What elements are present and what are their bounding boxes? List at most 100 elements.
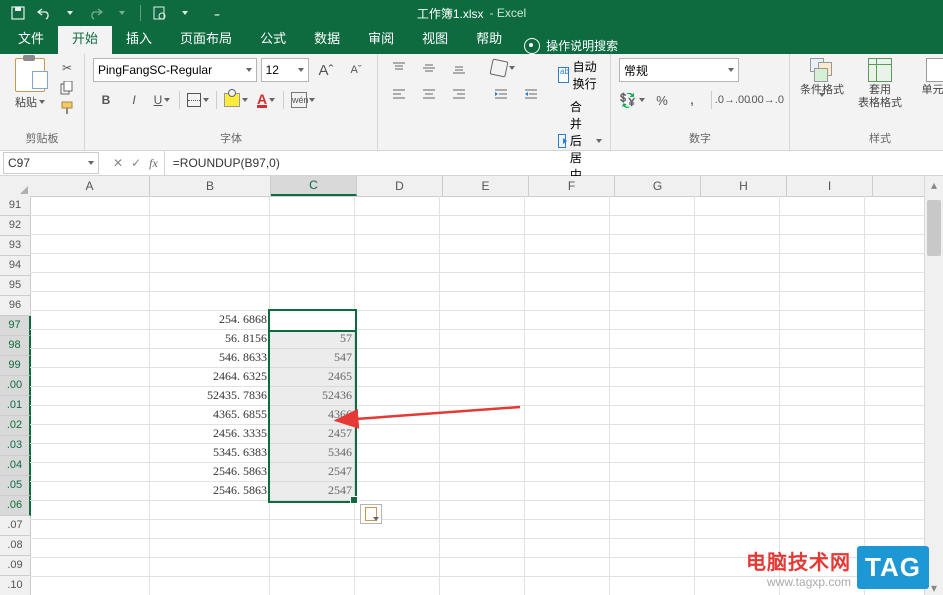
row-header-98[interactable]: 98 [0,336,31,356]
conditional-format-button[interactable]: 条件格式 [798,58,846,110]
name-box[interactable]: C97 [3,152,99,174]
autofill-options-button[interactable] [360,504,382,524]
decrease-indent-icon[interactable] [488,84,514,104]
column-header-D[interactable]: D [357,176,443,196]
worksheet[interactable]: ABCDEFGHI 919293949596979899.00.01.02.03… [0,176,943,595]
tab-help[interactable]: 帮助 [462,22,516,54]
column-header-I[interactable]: I [787,176,873,196]
cell-B103[interactable]: 2456. 3335 [149,424,271,443]
scroll-down-icon[interactable]: ▾ [925,579,943,595]
row-header-104[interactable]: .04 [0,456,31,476]
vertical-scrollbar[interactable]: ▴ ▾ [924,176,943,595]
increase-font-icon[interactable]: Aˆ [313,60,339,80]
increase-indent-icon[interactable] [518,84,544,104]
cell-C102[interactable]: 4366 [269,405,356,424]
row-header-91[interactable]: 91 [0,196,30,216]
cell-B97[interactable]: 254. 6868 [149,310,271,329]
comma-button[interactable]: , [679,90,705,110]
decrease-decimal-button[interactable]: .00→.0 [751,90,781,110]
row-header-108[interactable]: .08 [0,536,30,556]
cell-B105[interactable]: 2546. 5863 [149,462,271,481]
cell-C105[interactable]: 2547 [269,462,356,481]
cell-C106[interactable]: 2547 [269,481,356,500]
merge-center-button[interactable]: 合并后居中 [558,98,602,183]
select-all-triangle[interactable] [0,176,31,197]
print-preview-icon[interactable] [147,2,171,24]
cell-B104[interactable]: 5345. 6383 [149,443,271,462]
cell-C101[interactable]: 52436 [269,386,356,405]
borders-button[interactable] [184,90,212,110]
save-icon[interactable] [6,2,30,24]
align-top-icon[interactable] [386,58,412,78]
tab-home[interactable]: 开始 [58,22,112,54]
align-right-icon[interactable] [446,84,472,104]
enter-icon[interactable]: ✓ [131,156,141,170]
cell-B102[interactable]: 4365. 6855 [149,405,271,424]
column-header-E[interactable]: E [443,176,529,196]
font-size-combo[interactable]: 12 [261,58,309,82]
format-painter-icon[interactable] [58,100,76,116]
tab-page-layout[interactable]: 页面布局 [166,22,246,54]
row-header-92[interactable]: 92 [0,216,30,236]
cell-styles-button[interactable]: 单元格 [914,58,943,97]
number-format-combo[interactable]: 常规 [619,58,739,82]
scrollbar-thumb[interactable] [927,200,941,256]
fx-icon[interactable]: fx [149,156,158,171]
column-header-C[interactable]: C [271,176,357,196]
row-headers[interactable]: 919293949596979899.00.01.02.03.04.05.06.… [0,196,31,595]
qat-customize-caret[interactable] [173,2,197,24]
row-header-100[interactable]: .00 [0,376,31,396]
cell-C98[interactable]: 57 [269,329,356,348]
cell-C99[interactable]: 547 [269,348,356,367]
undo-icon[interactable] [32,2,56,24]
font-color-button[interactable]: A [253,90,279,110]
row-header-94[interactable]: 94 [0,256,30,276]
paste-button[interactable]: 粘贴 [8,58,52,110]
row-header-101[interactable]: .01 [0,396,31,416]
tab-view[interactable]: 视图 [408,22,462,54]
cell-C97[interactable]: 255 [269,310,356,329]
column-header-A[interactable]: A [30,176,150,196]
cell-C104[interactable]: 5346 [269,443,356,462]
row-header-93[interactable]: 93 [0,236,30,256]
align-center-icon[interactable] [416,84,442,104]
fill-color-button[interactable] [221,90,251,110]
format-as-table-button[interactable]: 套用 表格格式 [856,58,904,110]
phonetic-button[interactable]: wén [288,90,318,110]
cell-B101[interactable]: 52435. 7836 [149,386,271,405]
font-name-combo[interactable]: PingFangSC-Regular [93,58,257,82]
row-header-97[interactable]: 97 [0,316,31,336]
cancel-icon[interactable]: ✕ [113,156,123,170]
qat-more-caret[interactable]: ₌ [205,2,229,24]
row-header-106[interactable]: .06 [0,496,31,516]
copy-icon[interactable] [58,80,76,96]
column-header-F[interactable]: F [529,176,615,196]
underline-button[interactable]: U [149,90,175,110]
tab-review[interactable]: 审阅 [354,22,408,54]
cell-C103[interactable]: 2457 [269,424,356,443]
tab-insert[interactable]: 插入 [112,22,166,54]
row-header-96[interactable]: 96 [0,296,30,316]
cell-C100[interactable]: 2465 [269,367,356,386]
accounting-format-button[interactable]: 💱 [619,90,645,110]
increase-decimal-button[interactable]: .0→.00 [718,90,748,110]
tell-me-search[interactable]: 操作说明搜索 [524,37,618,54]
italic-button[interactable]: I [121,90,147,110]
undo-split-caret[interactable] [58,2,82,24]
align-left-icon[interactable] [386,84,412,104]
cell-B99[interactable]: 546. 8633 [149,348,271,367]
wrap-text-button[interactable]: 自动换行 [558,58,602,92]
cell-B106[interactable]: 2546. 5863 [149,481,271,500]
percent-button[interactable]: % [649,90,675,110]
tab-file[interactable]: 文件 [4,22,58,54]
row-header-103[interactable]: .03 [0,436,31,456]
row-header-102[interactable]: .02 [0,416,31,436]
decrease-font-icon[interactable]: Aˇ [343,60,369,80]
row-header-105[interactable]: .05 [0,476,31,496]
align-bottom-icon[interactable] [446,58,472,78]
bold-button[interactable]: B [93,90,119,110]
cut-icon[interactable]: ✂ [58,60,76,76]
redo-split-caret[interactable] [110,2,134,24]
redo-icon[interactable] [84,2,108,24]
align-middle-icon[interactable] [416,58,442,78]
